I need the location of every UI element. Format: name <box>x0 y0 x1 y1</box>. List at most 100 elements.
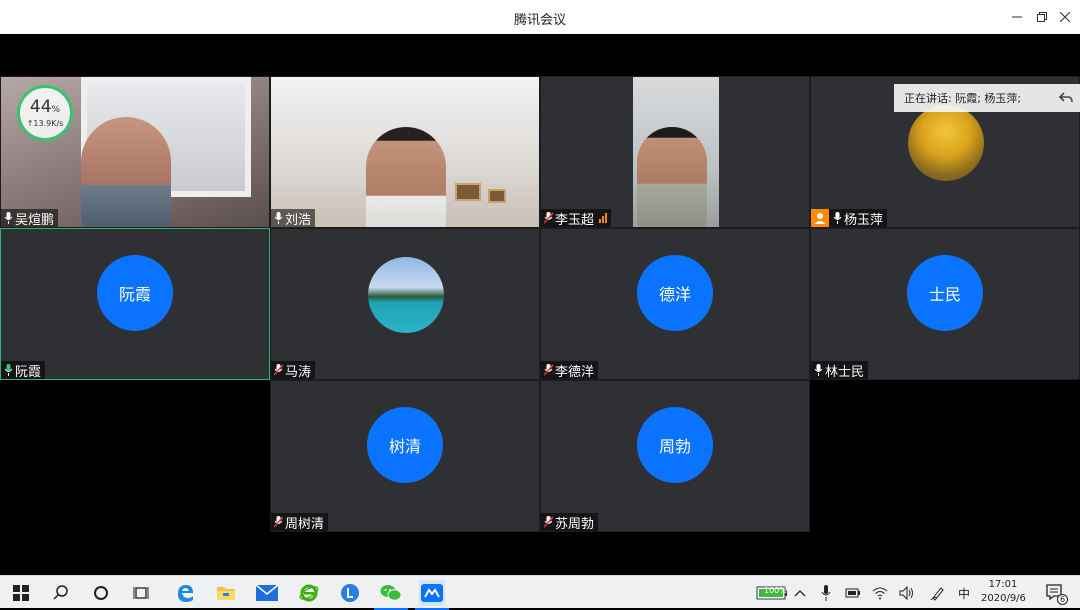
participant-name-tag: 李玉超 <box>541 209 612 228</box>
participant-name: 苏周勃 <box>555 516 595 532</box>
participant-name: 吴煊鹏 <box>15 212 55 228</box>
microphone-icon <box>821 585 831 601</box>
collapse-arrow-icon[interactable] <box>1058 90 1074 106</box>
participant-avatar: 士民 <box>907 255 983 331</box>
title-bar: 腾讯会议 <box>0 0 1080 34</box>
wifi-icon <box>872 587 888 600</box>
mail-icon <box>256 585 278 601</box>
chevron-up-icon <box>794 590 806 597</box>
minimize-icon <box>1012 16 1022 18</box>
mail-button[interactable] <box>254 580 280 606</box>
network-percent-unit: % <box>51 105 61 115</box>
participant-tile-3[interactable]: 李玉超 <box>540 76 810 228</box>
power-plug-icon <box>845 588 860 598</box>
participant-name: 马涛 <box>285 364 312 380</box>
action-center-button[interactable]: 6 <box>1042 580 1068 606</box>
app-l-icon <box>341 584 359 602</box>
participant-name: 李德洋 <box>555 364 595 380</box>
microphone-tray-button[interactable] <box>813 580 839 606</box>
participant-tile-10[interactable]: 周勃 苏周勃 <box>540 380 810 532</box>
participant-tile-6[interactable]: 马涛 <box>270 228 540 380</box>
windows-icon <box>13 585 29 601</box>
participant-name-tag: 苏周勃 <box>541 513 599 532</box>
folder-icon <box>217 587 235 600</box>
video-feed <box>633 77 719 227</box>
task-view-icon <box>133 587 149 599</box>
notification-count: 6 <box>1057 594 1068 605</box>
speaker-icon <box>899 586 913 600</box>
speaking-label: 正在讲话: 阮霞; 杨玉萍; <box>904 92 1022 105</box>
participant-avatar: 周勃 <box>637 407 713 483</box>
participant-avatar-photo <box>368 257 444 333</box>
participant-tile-5[interactable]: 阮霞 阮霞 <box>0 228 270 380</box>
participant-tile-1[interactable]: 44% ↑13.9K/s 吴煊鹏 <box>0 76 270 228</box>
close-icon <box>1060 12 1070 22</box>
clock-date: 2020/9/6 <box>981 593 1026 604</box>
close-button[interactable] <box>1054 6 1076 28</box>
task-view-button[interactable] <box>128 580 154 606</box>
mic-muted-icon <box>544 516 553 528</box>
clock[interactable]: 17:01 2020/9/6 <box>981 578 1026 606</box>
participant-name: 刘浩 <box>285 212 312 228</box>
minimize-button[interactable] <box>1006 6 1028 28</box>
restore-button[interactable] <box>1031 6 1053 28</box>
cortana-button[interactable] <box>88 580 114 606</box>
mic-icon <box>274 212 283 224</box>
participant-name-tag: 周树清 <box>271 513 329 532</box>
participant-avatar: 树清 <box>367 407 443 483</box>
signal-strength-icon <box>599 213 608 223</box>
start-button[interactable] <box>8 580 34 606</box>
restore-icon <box>1037 12 1047 22</box>
lenovo-app-button[interactable] <box>337 580 363 606</box>
battery-percent: 100% <box>764 586 787 595</box>
volume-tray-button[interactable] <box>894 580 920 606</box>
participant-name-tag: 李德洋 <box>541 361 599 380</box>
participant-name: 杨玉萍 <box>844 212 884 228</box>
speaking-indicator[interactable]: 正在讲话: 阮霞; 杨玉萍; <box>894 84 1080 112</box>
mic-icon <box>814 364 823 376</box>
video-feed <box>271 77 539 227</box>
video-grid: 44% ↑13.9K/s 吴煊鹏 刘浩 李玉超 杨玉萍 阮霞 阮霞 马涛 德洋 … <box>0 34 1080 575</box>
search-icon <box>53 585 68 600</box>
edge-icon <box>178 585 193 602</box>
file-explorer-button[interactable] <box>213 580 239 606</box>
mic-muted-icon <box>544 212 553 224</box>
participant-name-tag: 阮霞 <box>1 361 46 379</box>
participant-tile-9[interactable]: 树清 周树清 <box>270 380 540 532</box>
pen-tray-button[interactable] <box>925 580 951 606</box>
participant-tile-7[interactable]: 德洋 李德洋 <box>540 228 810 380</box>
participant-avatar: 阮霞 <box>97 255 173 331</box>
mic-icon <box>4 212 13 224</box>
ie-button[interactable] <box>296 580 322 606</box>
participant-name-tag: 杨玉萍 <box>811 209 888 228</box>
tencent-meeting-icon <box>421 584 443 602</box>
edge-button[interactable] <box>172 580 198 606</box>
participant-name: 李玉超 <box>555 212 595 228</box>
network-percent: 44 <box>29 97 52 117</box>
participant-name-tag: 刘浩 <box>271 209 316 228</box>
mic-speaking-icon <box>4 364 13 376</box>
participant-name: 林士民 <box>825 364 865 380</box>
participant-name-tag: 林士民 <box>811 361 869 380</box>
mic-muted-icon <box>274 364 283 376</box>
participant-avatar: 德洋 <box>637 255 713 331</box>
search-button[interactable] <box>48 580 74 606</box>
wechat-button[interactable] <box>374 580 408 610</box>
participant-tile-2[interactable]: 刘浩 <box>270 76 540 228</box>
ime-indicator[interactable]: 中 <box>958 585 970 602</box>
ie-icon <box>299 584 319 602</box>
pen-icon <box>930 587 944 601</box>
clock-time: 17:01 <box>988 579 1018 590</box>
participant-name: 周树清 <box>285 516 325 532</box>
mic-muted-icon <box>544 364 553 376</box>
network-tray-button[interactable] <box>867 580 893 606</box>
wechat-icon <box>380 585 402 601</box>
network-rate: ↑13.9K/s <box>26 119 64 128</box>
participant-tile-8[interactable]: 士民 林士民 <box>810 228 1080 380</box>
show-hidden-icons-button[interactable] <box>787 580 813 606</box>
taskbar: 100% 中 17:01 2020/9/6 6 <box>0 575 1080 610</box>
host-icon <box>811 209 829 227</box>
tencent-meeting-button[interactable] <box>415 580 449 610</box>
power-tray-button[interactable] <box>840 580 866 606</box>
network-quality-badge[interactable]: 44% ↑13.9K/s <box>17 85 73 141</box>
